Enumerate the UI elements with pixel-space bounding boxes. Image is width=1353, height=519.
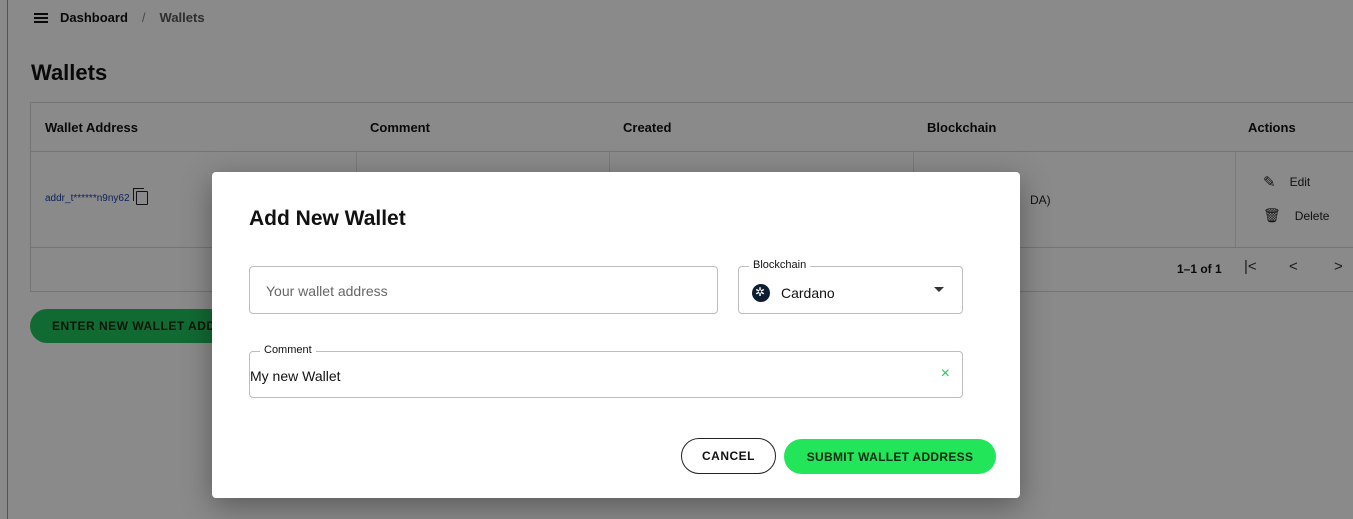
wallet-address-placeholder: Your wallet address <box>266 283 388 299</box>
clear-icon[interactable]: × <box>941 365 950 383</box>
dialog-title: Add New Wallet <box>249 207 406 230</box>
chevron-down-icon <box>934 287 944 292</box>
comment-label: Comment <box>260 344 316 356</box>
cardano-icon <box>752 284 770 302</box>
blockchain-label: Blockchain <box>749 259 811 271</box>
cancel-button[interactable]: CANCEL <box>681 438 776 474</box>
add-wallet-dialog: Add New Wallet Your wallet address Block… <box>212 172 1020 498</box>
blockchain-value: Cardano <box>781 285 835 301</box>
blockchain-select[interactable]: Blockchain Cardano <box>738 259 963 314</box>
submit-wallet-button[interactable]: SUBMIT WALLET ADDRESS <box>784 439 996 474</box>
comment-field[interactable]: Comment My new Wallet × <box>249 344 963 398</box>
wallet-address-input[interactable]: Your wallet address <box>249 266 718 314</box>
comment-value: My new Wallet <box>250 368 341 384</box>
